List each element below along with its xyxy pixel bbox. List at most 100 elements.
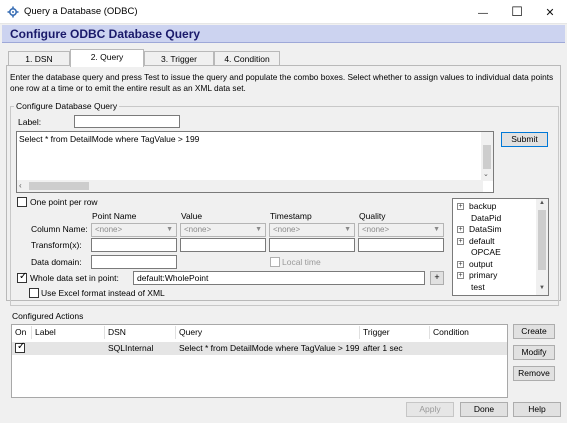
col-header-point-name: Point Name xyxy=(92,211,137,221)
combo-value: <none> xyxy=(362,225,390,234)
tree-items: + backup DataPid + DataSim + default OPCAE + outp… xyxy=(457,201,537,295)
tab-query[interactable]: 2. Query xyxy=(70,49,144,67)
query-vscrollbar[interactable]: ⌄ xyxy=(481,132,493,181)
local-time-checkbox[interactable] xyxy=(270,257,280,267)
chevron-down-icon: ▼ xyxy=(433,226,440,233)
apply-button[interactable]: Apply xyxy=(406,402,454,417)
chevron-down-icon: ▼ xyxy=(344,226,351,233)
instructions-text: Enter the database query and press Test … xyxy=(10,72,554,93)
row-trigger: after 1 sec xyxy=(363,343,403,353)
actions-title: Configured Actions xyxy=(12,311,84,321)
tab-label: 2. Query xyxy=(90,52,124,62)
whole-set-label: Whole data set in point: xyxy=(30,273,119,283)
th-dsn[interactable]: DSN xyxy=(105,326,176,339)
query-text: Select * from DetailMode where TagValue … xyxy=(19,134,200,144)
scroll-thumb[interactable] xyxy=(483,145,491,169)
tab-trigger[interactable]: 3. Trigger xyxy=(144,51,214,66)
col-header-value: Value xyxy=(181,211,203,221)
expand-icon[interactable]: + xyxy=(457,237,464,245)
expand-icon[interactable]: + xyxy=(457,226,464,233)
title-bar: Query a Database (ODBC) — ☐ ✕ xyxy=(0,0,567,24)
point-name-combo[interactable]: <none> ▼ xyxy=(91,223,177,237)
label-input[interactable] xyxy=(74,115,180,128)
tree-vscrollbar[interactable]: ▲ ▼ xyxy=(536,199,548,295)
close-button[interactable]: ✕ xyxy=(535,0,565,24)
scroll-thumb[interactable] xyxy=(29,182,89,190)
scroll-up-icon[interactable]: ▲ xyxy=(539,200,545,206)
submit-button[interactable]: Submit xyxy=(501,132,548,147)
excel-format-checkbox[interactable] xyxy=(29,288,39,298)
tab-dsn[interactable]: 1. DSN xyxy=(8,51,70,66)
scroll-thumb[interactable] xyxy=(538,210,546,270)
maximize-icon: ☐ xyxy=(511,4,523,19)
window-title: Query a Database (ODBC) xyxy=(24,6,138,17)
tree-item-label: OPCAE xyxy=(471,247,501,257)
done-button[interactable]: Done xyxy=(460,402,508,417)
help-button[interactable]: Help xyxy=(513,402,561,417)
chevron-down-icon: ▼ xyxy=(166,226,173,233)
add-point-button[interactable]: + xyxy=(430,271,444,285)
minimize-icon: — xyxy=(478,8,488,19)
query-hscrollbar[interactable]: ‹ xyxy=(17,180,483,192)
transform-point-name-input[interactable] xyxy=(91,238,177,252)
query-textarea[interactable]: Select * from DetailMode where TagValue … xyxy=(16,131,494,193)
scroll-down-icon[interactable]: ⌄ xyxy=(483,170,489,178)
tree-item-label: output xyxy=(469,258,493,269)
remove-button[interactable]: Remove xyxy=(513,366,555,381)
data-domain-label: Data domain: xyxy=(31,257,82,267)
tab-condition[interactable]: 4. Condition xyxy=(214,51,280,66)
tab-label: 1. DSN xyxy=(25,54,53,64)
tree-item-label: backup xyxy=(469,201,497,211)
scroll-down-icon[interactable]: ▼ xyxy=(539,285,545,291)
scroll-left-icon[interactable]: ‹ xyxy=(19,181,22,190)
tree-item-label: test xyxy=(471,281,485,292)
col-header-timestamp: Timestamp xyxy=(270,211,312,221)
excel-format-label: Use Excel format instead of XML xyxy=(41,288,165,298)
transform-label: Transform(x): xyxy=(31,240,82,250)
minimize-button[interactable]: — xyxy=(468,0,498,24)
th-query[interactable]: Query xyxy=(176,326,360,339)
data-domain-input[interactable] xyxy=(91,255,177,269)
tab-label: 3. Trigger xyxy=(161,54,197,64)
transform-timestamp-input[interactable] xyxy=(269,238,355,252)
tree-item-label: DataSim xyxy=(469,224,502,234)
whole-set-input[interactable]: default:WholePoint xyxy=(133,271,425,285)
row-on-checkbox[interactable] xyxy=(15,341,25,353)
one-point-checkbox[interactable] xyxy=(17,197,27,207)
combo-value: <none> xyxy=(273,225,301,234)
expand-icon[interactable]: + xyxy=(457,203,464,210)
point-tree[interactable]: + backup DataPid + DataSim + default OPCAE + outp… xyxy=(452,198,549,296)
expand-icon[interactable]: + xyxy=(457,272,464,279)
table-row[interactable]: SQLInternal Select * from DetailMode whe… xyxy=(12,341,507,355)
tab-label: 4. Condition xyxy=(224,54,270,64)
modify-button[interactable]: Modify xyxy=(513,345,555,360)
th-condition[interactable]: Condition xyxy=(430,326,507,339)
combo-value: <none> xyxy=(95,225,123,234)
th-trigger[interactable]: Trigger xyxy=(360,326,430,339)
transform-value-input[interactable] xyxy=(180,238,266,252)
transform-quality-input[interactable] xyxy=(358,238,444,252)
quality-combo[interactable]: <none> ▼ xyxy=(358,223,444,237)
expand-icon[interactable]: + xyxy=(457,260,464,268)
row-query: Select * from DetailMode where TagValue … xyxy=(179,343,360,353)
gear-icon xyxy=(7,6,19,18)
close-icon: ✕ xyxy=(545,7,555,19)
whole-set-checkbox[interactable] xyxy=(17,271,27,283)
local-time-label: Local time xyxy=(282,257,321,267)
tree-item-label: default xyxy=(469,235,495,246)
value-combo[interactable]: <none> ▼ xyxy=(180,223,266,237)
maximize-button[interactable]: ☐ xyxy=(502,0,532,24)
th-on[interactable]: On xyxy=(12,326,32,339)
combo-value: <none> xyxy=(184,225,212,234)
label-caption: Label: xyxy=(18,117,42,127)
tree-item-label: DataPid xyxy=(471,212,502,223)
header-banner: Configure ODBC Database Query xyxy=(2,25,565,43)
row-dsn: SQLInternal xyxy=(108,343,154,353)
create-button[interactable]: Create xyxy=(513,324,555,339)
th-label[interactable]: Label xyxy=(32,326,105,339)
tree-item-label: primary xyxy=(469,270,498,280)
one-point-label: One point per row xyxy=(30,197,98,207)
timestamp-combo[interactable]: <none> ▼ xyxy=(269,223,355,237)
chevron-down-icon: ▼ xyxy=(255,226,262,233)
query-group-title: Configure Database Query xyxy=(14,101,120,111)
